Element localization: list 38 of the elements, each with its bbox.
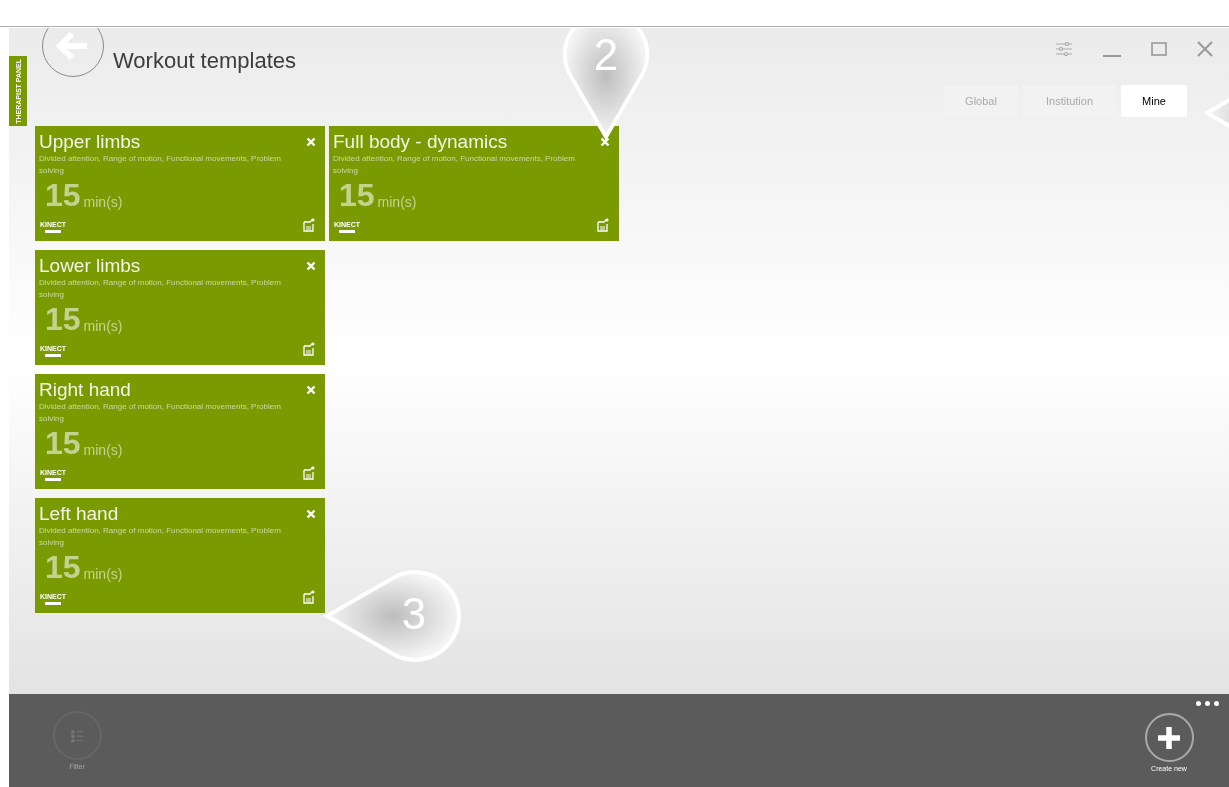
duration-value: 15 xyxy=(45,303,81,335)
template-description: Divided attention, Range of motion, Functional movements, Problem solving xyxy=(39,525,282,549)
duration-unit: min(s) xyxy=(377,193,417,211)
callout-number: 2 xyxy=(592,30,620,80)
plus-icon xyxy=(1156,724,1182,751)
edit-note-icon[interactable] xyxy=(302,590,315,604)
template-title: Lower limbs xyxy=(39,255,141,277)
edit-note-icon[interactable] xyxy=(302,342,315,356)
duration-unit: min(s) xyxy=(83,317,123,335)
template-title: Right hand xyxy=(39,379,131,401)
maximize-icon[interactable] xyxy=(1151,42,1167,56)
template-description: Divided attention, Range of motion, Functional movements, Problem solving xyxy=(39,401,282,425)
page-title: Workout templates xyxy=(113,47,296,75)
close-icon[interactable] xyxy=(1197,41,1213,57)
duration-unit: min(s) xyxy=(83,441,123,459)
delete-icon[interactable] xyxy=(306,137,316,147)
duration-value: 15 xyxy=(339,179,375,211)
delete-icon[interactable] xyxy=(306,509,316,519)
duration-unit: min(s) xyxy=(83,565,123,583)
settings-icon[interactable] xyxy=(1055,42,1073,56)
edit-note-icon[interactable] xyxy=(302,466,315,480)
template-title: Left hand xyxy=(39,503,119,525)
duration-value: 15 xyxy=(45,179,81,211)
template-title: Upper limbs xyxy=(39,131,141,153)
delete-icon[interactable] xyxy=(600,137,610,147)
edit-note-icon[interactable] xyxy=(302,218,315,232)
delete-icon[interactable] xyxy=(306,385,316,395)
scope-tab[interactable]: Mine xyxy=(1121,85,1187,117)
more-icon[interactable] xyxy=(1196,701,1219,706)
duration-value: 15 xyxy=(45,551,81,583)
duration-unit: min(s) xyxy=(83,193,123,211)
edit-note-icon[interactable] xyxy=(596,218,609,232)
template-title: Full body - dynamics xyxy=(333,131,508,153)
template-description: Divided attention, Range of motion, Functional movements, Problem solving xyxy=(333,153,576,177)
template-description: Divided attention, Range of motion, Functional movements, Problem solving xyxy=(39,153,282,177)
delete-icon[interactable] xyxy=(306,261,316,271)
template-description: Divided attention, Range of motion, Functional movements, Problem solving xyxy=(39,277,282,301)
duration-value: 15 xyxy=(45,427,81,459)
